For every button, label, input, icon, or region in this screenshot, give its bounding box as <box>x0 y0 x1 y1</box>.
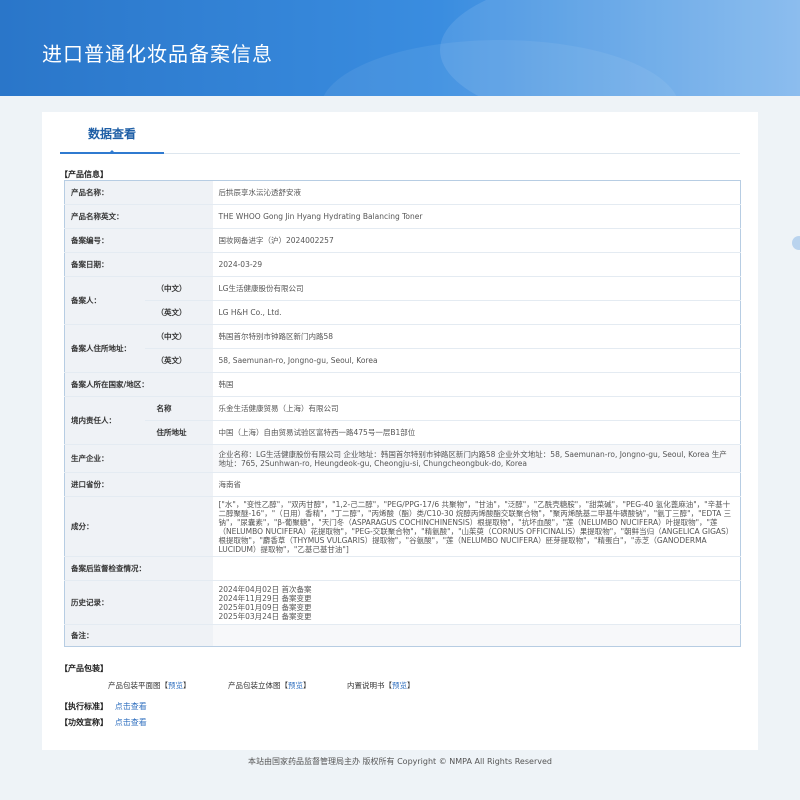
field-label: 备案人： <box>64 276 145 325</box>
section-title-product-info: 【产品信息】 <box>60 170 108 179</box>
sub-label-address: 住所地址 <box>144 420 213 445</box>
field-label: 备案人住所地址： <box>64 324 145 373</box>
product-name-value: 后拱辰享水沄沁透舒安液 <box>212 180 741 205</box>
table-row: 境内责任人： 名称 乐金生活健康贸易（上海）有限公司 <box>64 396 741 445</box>
package-flat-preview-link[interactable]: 预览 <box>168 681 183 690</box>
standard-view-link[interactable]: 点击查看 <box>115 702 147 711</box>
field-label: 境内责任人： <box>64 396 145 445</box>
tab-bar: 数据查看 <box>60 112 740 154</box>
table-row: 历史记录： 2024年04月02日 首次备案 2024年11月29日 备案变更 … <box>64 580 741 625</box>
efficacy-view-link[interactable]: 点击查看 <box>115 718 147 727</box>
section-title-efficacy: 【功效宣称】 点击查看 <box>60 717 147 728</box>
bracket: 【 <box>384 681 393 690</box>
field-label: 历史记录： <box>64 580 213 625</box>
field-label: 产品名称英文： <box>64 204 213 229</box>
table-row: 备案编号： 国妆网备进字（沪）2024002257 <box>64 228 741 253</box>
manual-item: 内置说明书【预览】 <box>347 680 415 691</box>
tab-label: 数据查看 <box>87 127 136 141</box>
package-solid-item: 产品包装立体图【预览】 <box>228 680 311 691</box>
post-check-value <box>212 556 741 581</box>
record-number-value: 国妆网备进字（沪）2024002257 <box>212 228 741 253</box>
history-value: 2024年04月02日 首次备案 2024年11月29日 备案变更 2025年0… <box>212 580 741 625</box>
history-entry: 2024年11月29日 备案变更 <box>218 593 312 603</box>
table-row: 产品名称英文： THE WHOO Gong Jin Hyang Hydratin… <box>64 204 741 229</box>
sub-label-en: （英文） <box>144 300 213 325</box>
table-row: 备案日期： 2024-03-29 <box>64 252 741 277</box>
field-label: 备案后监督检查情况： <box>64 556 213 581</box>
product-name-en-value: THE WHOO Gong Jin Hyang Hydrating Balanc… <box>212 204 741 229</box>
ingredients-value: ["水"，"变性乙醇"，"双丙甘醇"，"1,2-己二醇"，"PEG/PPG-17… <box>212 496 741 557</box>
table-row: 成分： ["水"，"变性乙醇"，"双丙甘醇"，"1,2-己二醇"，"PEG/PP… <box>64 496 741 557</box>
table-row: （英文） 58, Saemunan-ro, Jongno-gu, Seoul, … <box>65 348 741 373</box>
package-solid-label: 产品包装立体图 <box>228 681 281 690</box>
history-entry: 2024年04月02日 首次备案 <box>218 584 312 594</box>
field-label: 进口省份： <box>64 472 213 497</box>
section-title-packaging: 【产品包装】 <box>60 664 108 673</box>
field-label: 成分： <box>64 496 213 557</box>
package-flat-item: 产品包装平面图【预览】 <box>108 680 191 691</box>
table-row: 备案后监督检查情况： <box>64 556 741 581</box>
table-row: 产品名称： 后拱辰享水沄沁透舒安液 <box>64 180 741 205</box>
registrant-en-value: LG H&H Co., Ltd. <box>212 300 741 325</box>
bracket: 】 <box>183 681 191 690</box>
registrant-cn-value: LG生活健康股份有限公司 <box>212 276 741 301</box>
field-label: 产品名称： <box>64 180 213 205</box>
product-info-table: 产品名称： 后拱辰享水沄沁透舒安液 产品名称英文： THE WHOO Gong … <box>64 180 741 647</box>
efficacy-label: 【功效宣称】 <box>60 718 108 727</box>
page-banner: 进口普通化妆品备案信息 <box>0 0 800 96</box>
package-solid-preview-link[interactable]: 预览 <box>288 681 303 690</box>
field-label: 备案日期： <box>64 252 213 277</box>
bracket: 】 <box>407 681 415 690</box>
table-row: 住所地址 中国（上海）自由贸易试验区富特西一路475号一层B1部位 <box>65 420 741 445</box>
table-row: （英文） LG H&H Co., Ltd. <box>65 300 741 325</box>
content-card: 数据查看 【产品信息】 产品名称： 后拱辰享水沄沁透舒安液 产品名称英文： TH… <box>42 112 758 750</box>
manufacturer-value: 企业名称：LG生活健康股份有限公司 企业地址：韩国首尔特别市钟路区新门内路58 … <box>212 444 741 473</box>
sub-label-cn: （中文） <box>144 276 213 301</box>
table-row: 生产企业： 企业名称：LG生活健康股份有限公司 企业地址：韩国首尔特别市钟路区新… <box>64 444 741 473</box>
field-label: 生产企业： <box>64 444 213 473</box>
bracket: 【 <box>160 681 169 690</box>
province-value: 海南省 <box>212 472 741 497</box>
table-row: 备案人住所地址： （中文） 韩国首尔特别市钟路区新门内路58 <box>64 324 741 373</box>
package-flat-label: 产品包装平面图 <box>108 681 161 690</box>
manual-label: 内置说明书 <box>347 681 385 690</box>
page-footer: 本站由国家药品监督管理局主办 版权所有 Copyright © NMPA All… <box>248 757 552 766</box>
page-title: 进口普通化妆品备案信息 <box>42 42 273 66</box>
tab-data-view[interactable]: 数据查看 <box>60 112 164 154</box>
field-label: 备案编号： <box>64 228 213 253</box>
table-row: 备注： <box>64 624 741 647</box>
sub-label-en: （英文） <box>144 348 213 373</box>
record-date-value: 2024-03-29 <box>212 252 741 277</box>
field-label: 备案人所在国家/地区： <box>64 372 213 397</box>
domestic-name-value: 乐金生活健康贸易（上海）有限公司 <box>212 396 741 421</box>
manual-preview-link[interactable]: 预览 <box>392 681 407 690</box>
standard-label: 【执行标准】 <box>60 702 108 711</box>
country-value: 韩国 <box>212 372 741 397</box>
section-title-standard: 【执行标准】 点击查看 <box>60 701 147 712</box>
remark-value <box>212 624 741 647</box>
tab-caret-icon <box>108 150 116 154</box>
table-row: 备案人： （中文） LG生活健康股份有限公司 <box>64 276 741 325</box>
address-cn-value: 韩国首尔特别市钟路区新门内路58 <box>212 324 741 349</box>
bracket: 】 <box>303 681 311 690</box>
table-row: 备案人所在国家/地区： 韩国 <box>64 372 741 397</box>
domestic-address-value: 中国（上海）自由贸易试验区富特西一路475号一层B1部位 <box>212 420 741 445</box>
bracket: 【 <box>280 681 289 690</box>
history-entry: 2025年03月24日 备案变更 <box>218 611 312 621</box>
sub-label-cn: （中文） <box>144 324 213 349</box>
table-row: 进口省份： 海南省 <box>64 472 741 497</box>
history-entry: 2025年01月09日 备案变更 <box>218 602 312 612</box>
address-en-value: 58, Saemunan-ro, Jongno-gu, Seoul, Korea <box>212 348 741 373</box>
sub-label-name: 名称 <box>144 396 213 421</box>
field-label: 备注： <box>64 624 213 647</box>
side-float-button[interactable] <box>792 236 800 250</box>
